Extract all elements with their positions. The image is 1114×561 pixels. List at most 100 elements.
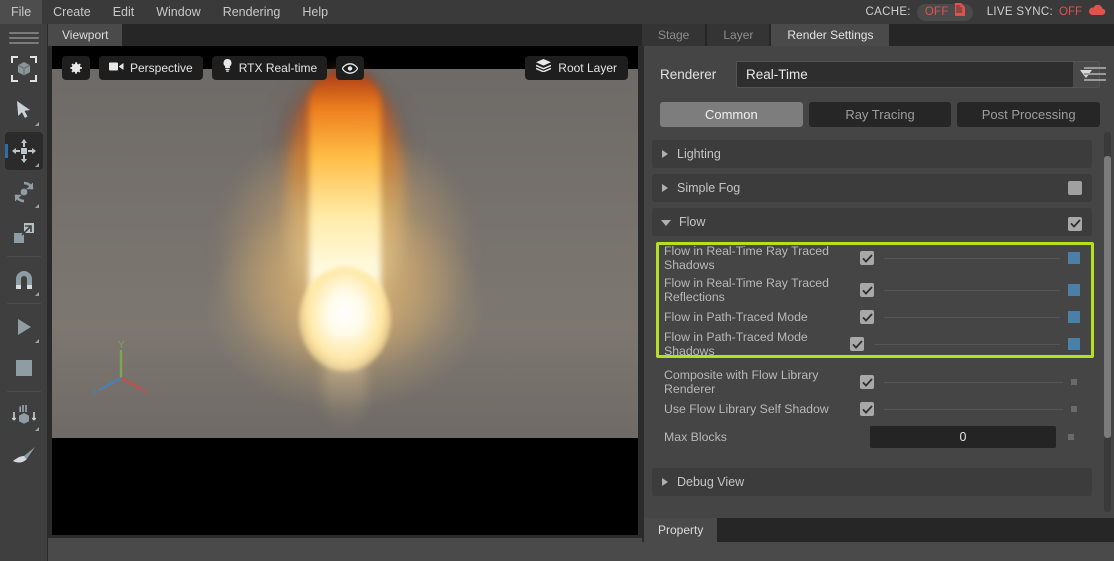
viewport-renderer-selector[interactable]: RTX Real-time	[211, 56, 328, 80]
fire-tail	[323, 339, 367, 429]
render-settings-scrollbar[interactable]	[1104, 132, 1111, 512]
renderer-value: Real-Time	[746, 66, 808, 82]
cache-document-icon	[954, 3, 965, 21]
tool-submenu-corner-icon	[34, 122, 39, 126]
settings-sections: Lighting Simple Fog Flow Flow in Real-Ti…	[652, 140, 1100, 512]
property-default-marker[interactable]	[1068, 434, 1074, 440]
tab-stage[interactable]: Stage	[642, 24, 706, 46]
section-simple-fog-checkbox[interactable]	[1068, 181, 1082, 200]
tab-viewport[interactable]: Viewport	[48, 24, 123, 46]
menu-item-create[interactable]: Create	[42, 0, 102, 24]
section-lighting[interactable]: Lighting	[652, 140, 1092, 168]
render-settings-subtabs: Common Ray Tracing Post Processing	[660, 102, 1101, 127]
viewport-camera-selector[interactable]: Perspective	[99, 56, 203, 80]
menu-item-edit[interactable]: Edit	[102, 0, 146, 24]
property-label: Flow in Real-Time Ray Traced Shadows	[664, 244, 829, 272]
property-label: Max Blocks	[664, 430, 727, 444]
physics-drop-tool[interactable]	[5, 396, 43, 434]
viewport-render-image: Y x z	[52, 69, 638, 438]
gear-icon[interactable]	[62, 56, 90, 80]
live-sync-label: LIVE SYNC:	[986, 6, 1053, 18]
property-override-marker[interactable]	[1068, 338, 1080, 350]
scale-tool[interactable]	[5, 214, 43, 252]
property-connector-line	[884, 289, 1060, 291]
toolbar-divider	[6, 256, 41, 257]
live-sync-status[interactable]: LIVE SYNC: OFF	[987, 3, 1106, 21]
menu-item-file[interactable]: File	[0, 0, 43, 24]
cache-toggle-pill[interactable]: OFF	[916, 3, 973, 21]
property-override-marker[interactable]	[1068, 284, 1080, 296]
subtab-ray-tracing[interactable]: Ray Tracing	[808, 102, 952, 127]
eye-icon[interactable]	[336, 56, 365, 80]
renderer-label: Renderer	[660, 66, 717, 82]
viewport-canvas[interactable]: Y x z Perspective RTX Real-time Root Lay…	[52, 46, 638, 535]
select-bounding-box-tool[interactable]	[5, 50, 43, 88]
property-default-marker[interactable]	[1071, 379, 1077, 385]
property-override-marker[interactable]	[1068, 252, 1080, 264]
property-checkbox[interactable]	[860, 402, 874, 416]
stop-tool[interactable]	[5, 349, 43, 387]
property-label: Flow in Real-Time Ray Traced Reflections	[664, 276, 829, 304]
property-checkbox[interactable]	[850, 337, 864, 351]
section-flow[interactable]: Flow	[652, 208, 1092, 236]
right-panel-footer	[642, 542, 1114, 561]
menu-item-rendering[interactable]: Rendering	[212, 0, 292, 24]
section-debug-view[interactable]: Debug View	[652, 468, 1092, 496]
renderer-row: Renderer Real-Time	[660, 60, 1100, 88]
property-connector-line	[884, 316, 1060, 318]
menubar-status-area: CACHE: OFF LIVE SYNC: OFF	[866, 0, 1106, 24]
scrollbar-thumb[interactable]	[1104, 156, 1111, 438]
flow-properties: Flow in Real-Time Ray Traced Shadows Flo…	[652, 242, 1100, 450]
property-row-flow-path-traced-mode: Flow in Path-Traced Mode	[652, 306, 1092, 328]
property-row-composite-flow-library-renderer: Composite with Flow Library Renderer	[652, 366, 1092, 398]
lightbulb-icon	[222, 59, 233, 77]
viewport-renderer-label: RTX Real-time	[238, 61, 318, 75]
tab-render-settings[interactable]: Render Settings	[771, 24, 890, 46]
property-connector-line	[874, 343, 1060, 345]
hamburger-menu-icon[interactable]	[1084, 64, 1106, 84]
property-checkbox[interactable]	[860, 251, 874, 265]
menu-item-help[interactable]: Help	[291, 0, 339, 24]
property-default-marker[interactable]	[1071, 406, 1077, 412]
tool-submenu-corner-icon	[34, 339, 39, 343]
tab-layer[interactable]: Layer	[707, 24, 770, 46]
rotate-tool[interactable]	[5, 173, 43, 211]
viewport-panel: Viewport Y x z Perspective RTX Real-time…	[48, 24, 642, 537]
property-checkbox[interactable]	[860, 283, 874, 297]
axis-gizmo[interactable]: Y x z	[90, 340, 152, 402]
move-tool[interactable]	[4, 132, 43, 170]
property-row-flow-rt-rt-reflections: Flow in Real-Time Ray Traced Reflections	[652, 274, 1092, 306]
svg-text:Y: Y	[118, 340, 125, 351]
property-checkbox[interactable]	[860, 375, 874, 389]
section-simple-fog[interactable]: Simple Fog	[652, 174, 1092, 202]
property-connector-line	[884, 381, 1063, 383]
max-blocks-input[interactable]: 0	[870, 426, 1056, 448]
viewport-camera-label: Perspective	[130, 61, 193, 75]
snap-magnet-tool[interactable]	[5, 261, 43, 299]
layers-icon	[535, 59, 552, 77]
cloud-icon	[1088, 3, 1106, 21]
section-flow-label: Flow	[679, 215, 706, 229]
play-tool[interactable]	[5, 308, 43, 346]
menu-item-window[interactable]: Window	[145, 0, 211, 24]
tab-property[interactable]: Property	[644, 518, 718, 542]
property-connector-line	[884, 408, 1063, 410]
subtab-post-processing[interactable]: Post Processing	[957, 102, 1101, 127]
pointer-select-tool[interactable]	[5, 91, 43, 129]
paint-brush-tool[interactable]	[5, 437, 43, 475]
toolbar-drag-handle[interactable]	[8, 29, 39, 47]
viewport-layer-label: Root Layer	[558, 61, 617, 75]
property-row-use-flow-library-self-shadow: Use Flow Library Self Shadow	[652, 398, 1092, 420]
chevron-right-icon	[662, 150, 668, 158]
cache-status[interactable]: CACHE: OFF	[866, 3, 973, 21]
viewport-layer-selector[interactable]: Root Layer	[525, 56, 628, 80]
svg-text:z: z	[92, 387, 97, 397]
property-label: Flow in Path-Traced Mode Shadows	[664, 330, 808, 358]
property-override-marker[interactable]	[1068, 311, 1080, 323]
subtab-common[interactable]: Common	[660, 102, 803, 127]
property-checkbox[interactable]	[860, 310, 874, 324]
property-label: Use Flow Library Self Shadow	[664, 402, 829, 416]
section-flow-checkbox[interactable]	[1068, 215, 1082, 233]
section-debug-view-label: Debug View	[677, 475, 745, 489]
renderer-dropdown[interactable]: Real-Time	[736, 60, 1100, 88]
